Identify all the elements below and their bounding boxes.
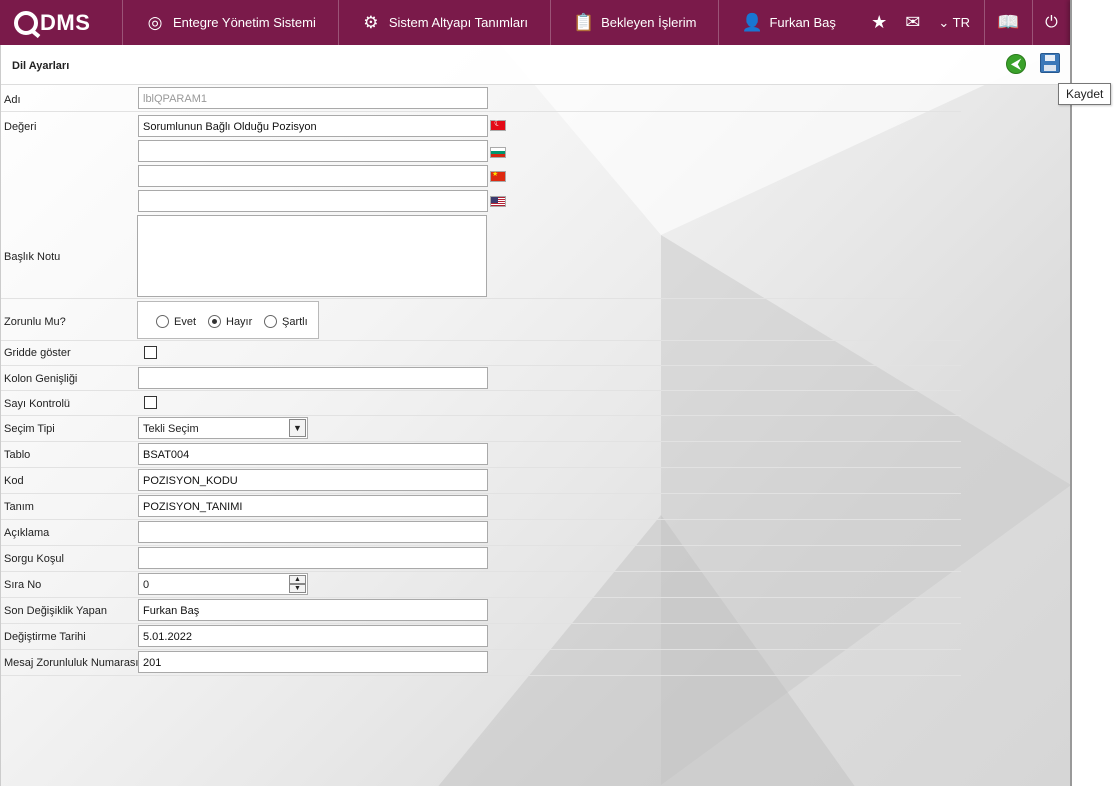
tablo-input[interactable]: BSAT004 xyxy=(138,443,488,465)
nav-label: Entegre Yönetim Sistemi xyxy=(173,15,316,30)
adi-label: Adı xyxy=(4,94,21,106)
baslik-notu-label: Başlık Notu xyxy=(4,251,61,263)
tanim-input[interactable]: POZISYON_TANIMI xyxy=(138,495,488,517)
sayi-label: Sayı Kontrolü xyxy=(4,398,71,410)
chevron-down-icon: ⌄ xyxy=(938,14,950,30)
row-kolon: Kolon Genişliği xyxy=(1,366,961,391)
language-label: TR xyxy=(952,14,970,30)
sira-stepper[interactable]: 0 ▲ ▼ xyxy=(138,573,308,595)
aciklama-input[interactable] xyxy=(138,521,488,543)
zorunlu-label: Zorunlu Mu? xyxy=(4,316,66,328)
save-tooltip: Kaydet xyxy=(1058,83,1111,105)
row-tanim: Tanım POZISYON_TANIMI xyxy=(1,494,961,520)
secim-select[interactable]: Tekli Seçim ▼ xyxy=(138,417,308,439)
aciklama-label: Açıklama xyxy=(4,527,50,539)
kolon-label: Kolon Genişliği xyxy=(4,373,78,385)
clipboard-icon: 📋 xyxy=(573,12,595,32)
sorgu-label: Sorgu Koşul xyxy=(4,553,64,565)
gear-icon: ⚙ xyxy=(363,12,379,32)
tarih-input[interactable]: 5.01.2022 xyxy=(138,625,488,647)
nav-label: Furkan Baş xyxy=(769,15,836,30)
degeri-tr-input[interactable]: Sorumlunun Bağlı Olduğu Pozisyon xyxy=(138,115,488,137)
nav-label: Sistem Altyapı Tanımları xyxy=(388,15,529,30)
row-son: Son Değişiklik Yapan Furkan Baş xyxy=(1,598,961,624)
tablo-label: Tablo xyxy=(4,449,31,461)
degeri-us-input[interactable] xyxy=(138,190,488,212)
user-icon: 👤 xyxy=(741,12,763,32)
turkey-flag-icon xyxy=(490,118,506,131)
mesaj-label: Mesaj Zorunluluk Numarası xyxy=(4,657,139,669)
nav-entegre[interactable]: ◎ Entegre Yönetim Sistemi xyxy=(122,0,338,45)
kod-input[interactable]: POZISYON_KODU xyxy=(138,469,488,491)
nav-user[interactable]: 👤 Furkan Baş xyxy=(718,0,857,45)
son-input[interactable]: Furkan Baş xyxy=(138,599,488,621)
radio-label: Hayır xyxy=(226,315,253,328)
logo-text: DMS xyxy=(40,9,91,35)
nav-bekleyen-islerim[interactable]: 📋 Bekleyen İşlerim xyxy=(550,0,718,45)
q-logo-icon xyxy=(14,10,38,35)
star-icon[interactable]: ★ xyxy=(871,12,887,33)
row-aciklama: Açıklama xyxy=(1,520,961,546)
radio-hayir[interactable]: Hayır xyxy=(208,315,252,328)
radio-sartli[interactable]: Şartlı xyxy=(264,315,308,328)
row-adi: Adı lblQPARAM1 xyxy=(1,87,961,112)
secim-value: Tekli Seçim xyxy=(143,423,199,435)
row-tarih: Değiştirme Tarihi 5.01.2022 xyxy=(1,624,961,650)
radio-evet[interactable]: Evet xyxy=(156,315,196,328)
sayi-checkbox[interactable] xyxy=(144,396,157,409)
radio-circle xyxy=(264,315,277,328)
row-mesaj: Mesaj Zorunluluk Numarası 201 xyxy=(1,650,961,676)
row-gridde: Gridde göster xyxy=(1,341,961,366)
radio-label: Şartlı xyxy=(282,315,308,328)
radio-label: Evet xyxy=(174,315,197,328)
kod-label: Kod xyxy=(4,475,24,487)
save-button[interactable] xyxy=(1040,53,1060,73)
degeri-bg-input[interactable] xyxy=(138,140,488,162)
degeri-cn-input[interactable] xyxy=(138,165,488,187)
kolon-input[interactable] xyxy=(138,367,488,389)
sorgu-input[interactable] xyxy=(138,547,488,569)
secim-label: Seçim Tipi xyxy=(4,423,55,435)
zorunlu-radio-group: Evet Hayır Şartlı xyxy=(137,301,319,339)
son-label: Son Değişiklik Yapan xyxy=(4,605,107,617)
q-logo-icon: ◎ xyxy=(147,12,163,32)
sira-value: 0 xyxy=(143,579,150,591)
nav-label: Bekleyen İşlerim xyxy=(601,15,697,30)
page-header: Dil Ayarları ⮜ xyxy=(1,45,1070,85)
tarih-label: Değiştirme Tarihi xyxy=(4,631,86,643)
gridde-label: Gridde göster xyxy=(4,347,71,359)
row-secim: Seçim Tipi Tekli Seçim ▼ xyxy=(1,416,961,442)
nav-sistem-altyapi[interactable]: ⚙ Sistem Altyapı Tanımları xyxy=(337,0,550,45)
mail-icon[interactable]: ✉ xyxy=(905,12,920,33)
degeri-label: Değeri xyxy=(4,121,37,133)
mesaj-input[interactable]: 201 xyxy=(138,651,488,673)
sira-label: Sıra No xyxy=(4,579,42,591)
baslik-notu-textarea[interactable] xyxy=(137,215,487,297)
row-sira: Sıra No 0 ▲ ▼ xyxy=(1,572,961,598)
gridde-checkbox[interactable] xyxy=(144,346,157,359)
power-icon[interactable]: ⏻ xyxy=(1032,0,1070,45)
window-edge xyxy=(1070,0,1114,786)
radio-circle xyxy=(156,315,169,328)
top-navbar: DMS ◎ Entegre Yönetim Sistemi ⚙ Sistem A… xyxy=(0,0,1070,45)
row-sorgu: Sorgu Koşul xyxy=(1,546,961,572)
tanim-label: Tanım xyxy=(4,501,34,513)
radio-circle xyxy=(208,315,221,328)
bulgaria-flag-icon xyxy=(490,147,506,158)
dms-logo[interactable]: DMS xyxy=(0,0,122,45)
page-title: Dil Ayarları xyxy=(12,60,70,72)
usa-flag-icon xyxy=(490,196,506,207)
stepper-down-icon[interactable]: ▼ xyxy=(289,584,306,593)
row-sayi: Sayı Kontrolü xyxy=(1,391,961,416)
row-kod: Kod POZISYON_KODU xyxy=(1,468,961,494)
row-tablo: Tablo BSAT004 xyxy=(1,442,961,468)
china-flag-icon xyxy=(490,170,506,182)
stepper-up-icon[interactable]: ▲ xyxy=(289,575,306,584)
adi-input[interactable]: lblQPARAM1 xyxy=(138,87,488,109)
language-selector[interactable]: ⌄ TR xyxy=(938,15,970,31)
back-button[interactable]: ⮜ xyxy=(1006,54,1026,74)
book-icon[interactable]: 📖 xyxy=(984,0,1032,45)
chevron-down-icon: ▼ xyxy=(289,419,306,437)
